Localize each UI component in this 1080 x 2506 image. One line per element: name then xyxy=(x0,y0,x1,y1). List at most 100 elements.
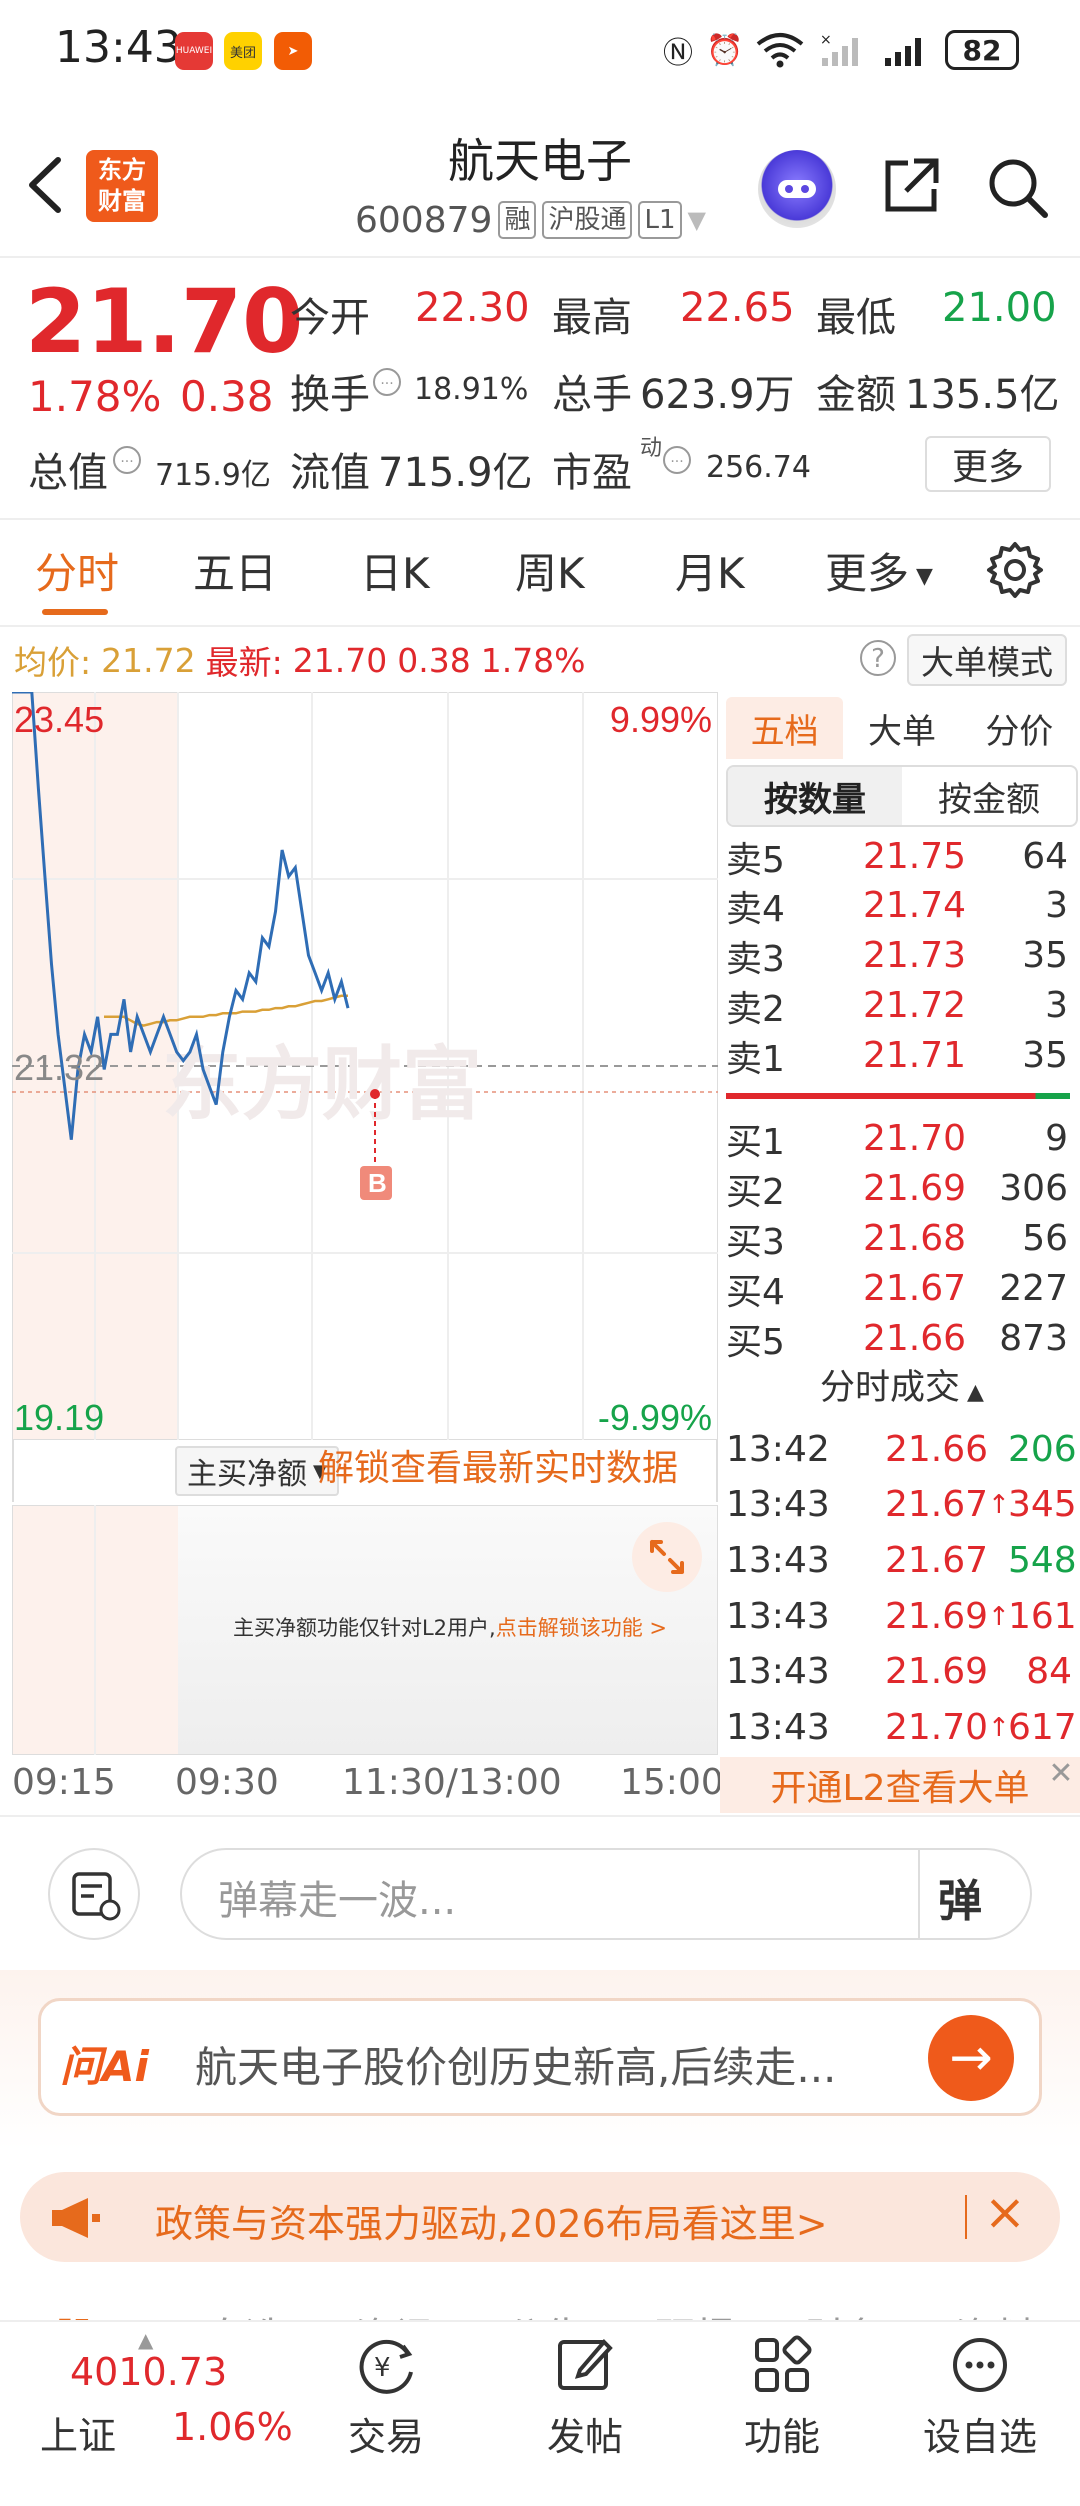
megaphone-icon xyxy=(48,2190,104,2246)
arrow-right-icon[interactable]: → xyxy=(928,2015,1014,2101)
tab-timeshare[interactable]: 分时 xyxy=(35,540,119,600)
high-value: 22.65 xyxy=(680,285,795,331)
level-tag: L1 xyxy=(638,201,682,239)
danmu-toggle-button[interactable]: 弹 xyxy=(938,1865,1018,1927)
change-percent: 1.78% xyxy=(28,372,162,421)
battery-icon: 82 xyxy=(945,30,1019,70)
trade-row: 13:43 21.69 ↑ 161 xyxy=(726,1596,1077,1637)
l2-note[interactable]: 主买净额功能仅针对L2用户,点击解锁该功能 > xyxy=(200,1612,700,1642)
tab-more[interactable]: 更多 ▼ xyxy=(825,540,933,600)
index-percent[interactable]: 1.06% xyxy=(172,2405,293,2449)
nav-add-watchlist[interactable]: 设自选 xyxy=(910,2332,1050,2472)
trade-row: 13:43 21.70 ↑ 617 xyxy=(726,1707,1077,1748)
status-bar: 13:43 HUAWEI 美团 ➤ Ⓝ ⏰ × 82 xyxy=(0,0,1080,105)
comment-list-icon[interactable] xyxy=(48,1848,140,1940)
intraday-chart[interactable]: 东方财富 B 23.45 21.32 19.19 9.99% -9.99% xyxy=(12,692,718,1440)
help-icon[interactable]: ? xyxy=(860,640,896,676)
low-label: 最低 xyxy=(816,295,896,341)
ask-row: 卖4 21.74 3 xyxy=(726,885,1068,930)
nfc-icon: Ⓝ xyxy=(663,36,693,71)
trade-row: 13:43 21.67 548 xyxy=(726,1540,1077,1581)
caret-down-icon: ▼ xyxy=(687,206,706,234)
ask-row: 卖1 21.71 35 xyxy=(726,1035,1068,1080)
eastmoney-logo[interactable]: 东方 财富 xyxy=(86,150,158,222)
time-label: 09:15 xyxy=(12,1762,116,1803)
trade-icon: ¥ xyxy=(359,2339,413,2394)
signal-2-icon xyxy=(878,30,934,70)
bid-row: 买5 21.66 873 xyxy=(726,1318,1068,1363)
edit-icon xyxy=(558,2339,613,2390)
tab-five-day[interactable]: 五日 xyxy=(193,540,277,600)
big-order-mode-button[interactable]: 大单模式 xyxy=(907,634,1067,686)
tab-by-amount[interactable]: 按金额 xyxy=(902,767,1076,825)
stock-code: 600879 xyxy=(355,199,493,241)
tab-monthly-k[interactable]: 月K xyxy=(675,540,745,600)
divider xyxy=(0,1815,1080,1817)
ai-prompt[interactable]: 航天电子股价创历史新高,后续走... xyxy=(195,2034,836,2095)
y-min-label: 19.19 xyxy=(14,1397,104,1438)
bid-row: 买4 21.67 227 xyxy=(726,1268,1068,1313)
nav-post[interactable]: 发帖 xyxy=(515,2332,655,2472)
tab-weekly-k[interactable]: 周K xyxy=(515,540,585,600)
volume-label: 总手 xyxy=(552,372,632,418)
time-label: 11:30/13:00 xyxy=(342,1762,562,1803)
tab-daily-k[interactable]: 日K xyxy=(360,540,430,600)
volume-value: 623.9万 xyxy=(640,372,795,418)
tab-big-order[interactable]: 大单 xyxy=(843,697,960,759)
marker-dot xyxy=(370,1089,380,1099)
latest-value: 21.70 xyxy=(292,640,388,680)
pct-max-label: 9.99% xyxy=(610,699,712,740)
tab-price-split[interactable]: 分价 xyxy=(961,697,1078,759)
trade-row: 13:42 21.66 206 xyxy=(726,1429,1077,1470)
open-label: 今开 xyxy=(290,295,370,341)
ask-row: 卖5 21.75 64 xyxy=(726,836,1068,881)
expand-icon[interactable] xyxy=(632,1522,702,1592)
gear-icon[interactable] xyxy=(985,540,1045,600)
indicator-select[interactable]: 主买净额 ▼ xyxy=(175,1446,339,1496)
huawei-app-icon: HUAWEI xyxy=(175,32,213,70)
index-name[interactable]: 上证 xyxy=(40,2405,116,2460)
tab-by-quantity[interactable]: 按数量 xyxy=(728,767,902,825)
promo-text[interactable]: 政策与资本强力驱动,2026布局看这里> xyxy=(155,2193,828,2248)
amount-label: 金额 xyxy=(816,372,896,418)
stock-code-row[interactable]: 600879 融 沪股通 L1 ▼ xyxy=(355,195,706,245)
ask-row: 卖2 21.72 3 xyxy=(726,985,1068,1030)
tab-five-level[interactable]: 五档 xyxy=(726,697,844,759)
ai-robot-icon[interactable] xyxy=(758,150,836,228)
clock: 13:43 xyxy=(55,22,182,73)
nav-trade[interactable]: ¥ 交易 xyxy=(316,2332,456,2472)
info-icon[interactable]: ··· xyxy=(113,446,141,474)
grid-icon xyxy=(755,2335,812,2392)
change-value: 0.38 xyxy=(180,372,274,421)
active-tab-indicator xyxy=(42,609,108,615)
time-axis: 09:15 09:30 11:30/13:00 15:00 xyxy=(12,1762,724,1810)
close-icon[interactable]: × xyxy=(980,2183,1030,2243)
avg-value: 21.72 xyxy=(101,640,196,680)
nav-functions[interactable]: 功能 xyxy=(712,2332,852,2472)
caret-up-icon: ▲ xyxy=(960,1380,984,1405)
open-value: 22.30 xyxy=(415,285,530,331)
ask-row: 卖3 21.73 35 xyxy=(726,935,1068,980)
close-icon[interactable]: ✕ xyxy=(1044,1757,1078,1791)
info-icon[interactable]: ··· xyxy=(663,446,691,474)
back-icon[interactable] xyxy=(22,150,72,220)
signal-1-icon: × xyxy=(815,30,871,70)
more-button[interactable]: 更多 xyxy=(925,436,1051,492)
share-icon[interactable] xyxy=(880,155,942,217)
amount-value: 135.5亿 xyxy=(905,372,1060,418)
search-icon[interactable] xyxy=(985,155,1049,219)
wifi-icon xyxy=(752,30,808,70)
orderbook-subtabs: 按数量 按金额 xyxy=(726,765,1078,827)
low-value: 21.00 xyxy=(942,285,1057,331)
time-label: 15:00 xyxy=(620,1762,724,1803)
divider xyxy=(0,256,1080,258)
index-value[interactable]: 4010.73 xyxy=(70,2350,227,2394)
info-icon[interactable]: ··· xyxy=(373,368,401,396)
time-label: 09:30 xyxy=(175,1762,279,1803)
svg-text:¥: ¥ xyxy=(374,2353,391,2383)
unlock-link[interactable]: 解锁查看最新实时数据 xyxy=(318,1446,678,1492)
buy-marker-label: B xyxy=(368,1168,387,1198)
last-price: 21.70 xyxy=(25,270,304,373)
trades-header[interactable]: 分时成交 ▲ xyxy=(726,1363,1078,1413)
l2-upgrade-button[interactable]: 开通L2查看大单 xyxy=(720,1757,1080,1813)
